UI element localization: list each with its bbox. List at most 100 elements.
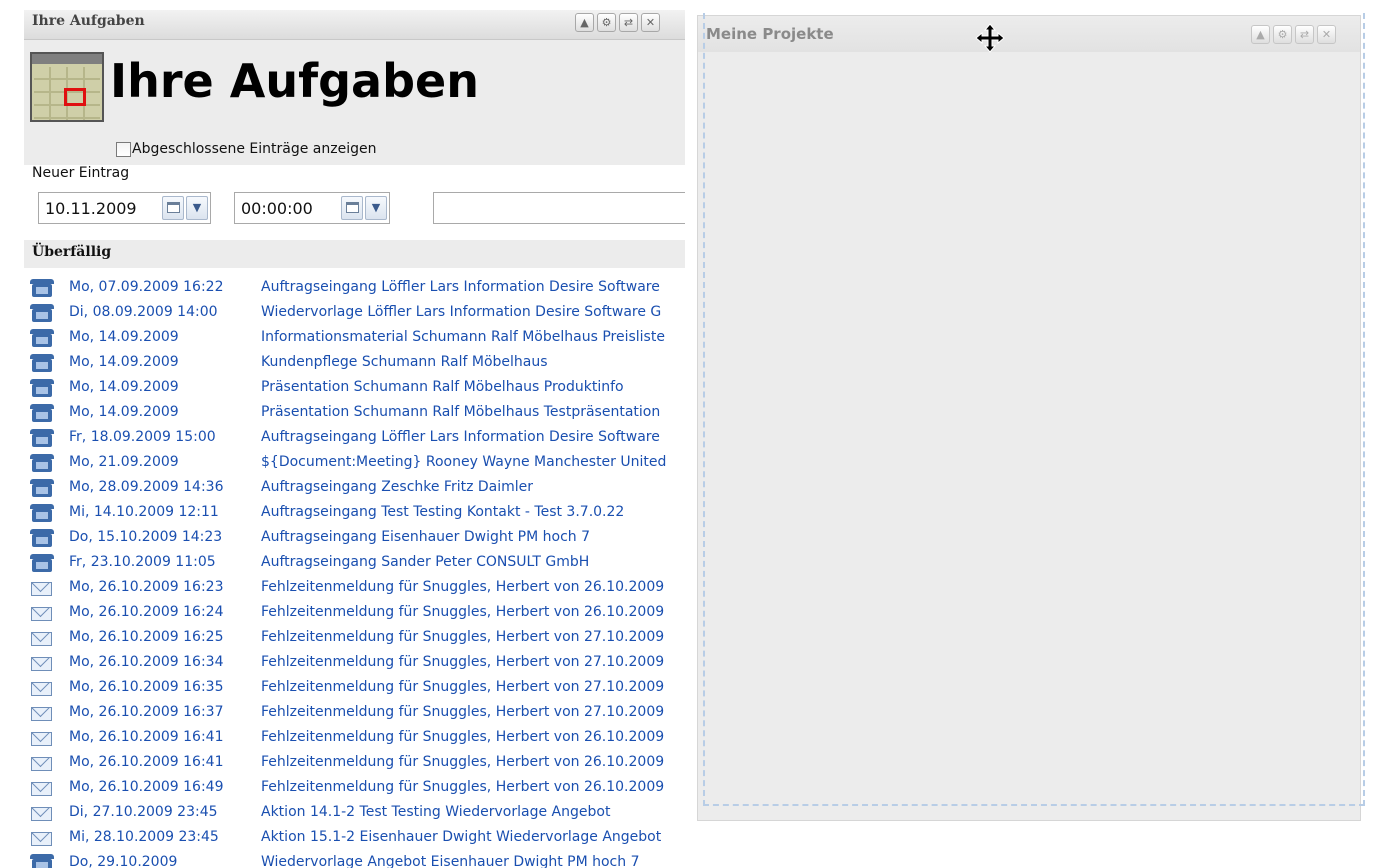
date-field[interactable]: 10.11.2009 ▼ [38,192,211,224]
close-button[interactable]: ✕ [641,13,660,32]
projects-refresh-button[interactable]: ⇄ [1295,25,1314,44]
task-date-link[interactable]: Mo, 14.09.2009 [69,354,179,370]
task-date-link[interactable]: Mo, 21.09.2009 [69,454,179,470]
task-row[interactable]: Di, 27.10.2009 23:45 Aktion 14.1-2 Test T… [24,801,685,826]
task-row[interactable]: Mo, 26.10.2009 16:37 Fehlzeitenmeldung fü… [24,701,685,726]
show-completed-checkbox[interactable] [116,141,131,157]
mail-icon [30,604,54,623]
task-row[interactable]: Mi, 28.10.2009 23:45 Aktion 15.1-2 Eisenh… [24,826,685,851]
collapse-button[interactable]: ▲ [575,13,594,32]
task-subject-link[interactable]: Auftragseingang Löffler Lars Information… [261,279,660,295]
task-subject-link[interactable]: Aktion 14.1-2 Test Testing Wiedervorlage… [261,804,610,820]
task-row[interactable]: Mo, 26.10.2009 16:34 Fehlzeitenmeldung fü… [24,651,685,676]
projects-panel-header[interactable]: Meine Projekte ▲ ⚙ ⇄ ✕ [698,16,1360,52]
date-dropdown-chevron-icon[interactable]: ▼ [186,196,208,220]
task-row[interactable]: Mo, 07.09.2009 16:22 Auftragseingang Löff… [24,276,685,301]
task-subject-link[interactable]: Fehlzeitenmeldung für Snuggles, Herbert … [261,779,664,795]
task-subject-link[interactable]: Auftragseingang Löffler Lars Information… [261,429,660,445]
task-date-link[interactable]: Mo, 26.10.2009 16:24 [69,604,224,620]
task-date-link[interactable]: Mo, 26.10.2009 16:25 [69,629,224,645]
projects-close-button[interactable]: ✕ [1317,25,1336,44]
task-row[interactable]: Mo, 14.09.2009 Präsentation Schumann Ralf… [24,401,685,426]
task-subject-link[interactable]: Kundenpflege Schumann Ralf Möbelhaus [261,354,548,370]
task-date-link[interactable]: Mo, 07.09.2009 16:22 [69,279,224,295]
task-date-link[interactable]: Mo, 26.10.2009 16:34 [69,654,224,670]
projects-settings-button[interactable]: ⚙ [1273,25,1292,44]
projects-collapse-button[interactable]: ▲ [1251,25,1270,44]
task-row[interactable]: Mo, 26.10.2009 16:49 Fehlzeitenmeldung fü… [24,776,685,801]
refresh-button[interactable]: ⇄ [619,13,638,32]
task-subject-link[interactable]: Auftragseingang Eisenhauer Dwight PM hoc… [261,529,590,545]
task-subject-link[interactable]: Fehlzeitenmeldung für Snuggles, Herbert … [261,679,664,695]
task-date-link[interactable]: Mi, 14.10.2009 12:11 [69,504,219,520]
phone-icon [30,504,54,523]
task-row[interactable]: Fr, 23.10.2009 11:05 Auftragseingang Sand… [24,551,685,576]
task-date-link[interactable]: Mo, 26.10.2009 16:37 [69,704,224,720]
task-date-link[interactable]: Di, 08.09.2009 14:00 [69,304,218,320]
show-completed-label[interactable]: Abgeschlossene Einträge anzeigen [132,141,376,157]
task-row[interactable]: Mo, 14.09.2009 Präsentation Schumann Ralf… [24,376,685,401]
task-row[interactable]: Mi, 14.10.2009 12:11 Auftragseingang Test… [24,501,685,526]
task-date-link[interactable]: Mo, 28.09.2009 14:36 [69,479,224,495]
task-subject-link[interactable]: Wiedervorlage Angebot Eisenhauer Dwight … [261,854,639,868]
task-row[interactable]: Mo, 26.10.2009 16:25 Fehlzeitenmeldung fü… [24,626,685,651]
show-completed-row[interactable]: Abgeschlossene Einträge anzeigen [116,141,376,157]
task-date-link[interactable]: Mo, 14.09.2009 [69,329,179,345]
task-date-link[interactable]: Mo, 26.10.2009 16:41 [69,754,224,770]
phone-icon [30,279,54,298]
task-date-link[interactable]: Mo, 26.10.2009 16:49 [69,779,224,795]
task-row[interactable]: Mo, 28.09.2009 14:36 Auftragseingang Zesc… [24,476,685,501]
tasks-hero: Ihre Aufgaben Abgeschlossene Einträge an… [24,40,685,165]
task-subject-link[interactable]: Fehlzeitenmeldung für Snuggles, Herbert … [261,579,664,595]
task-subject-link[interactable]: ${Document:Meeting} Rooney Wayne Manches… [261,454,666,470]
task-date-link[interactable]: Fr, 18.09.2009 15:00 [69,429,216,445]
settings-button[interactable]: ⚙ [597,13,616,32]
task-subject-link[interactable]: Fehlzeitenmeldung für Snuggles, Herbert … [261,629,664,645]
task-date-link[interactable]: Di, 27.10.2009 23:45 [69,804,218,820]
task-row[interactable]: Mo, 14.09.2009 Informationsmaterial Schum… [24,326,685,351]
task-subject-link[interactable]: Präsentation Schumann Ralf Möbelhaus Tes… [261,404,660,420]
time-dropdown-chevron-icon[interactable]: ▼ [365,196,387,220]
task-date-link[interactable]: Fr, 23.10.2009 11:05 [69,554,216,570]
task-subject-link[interactable]: Informationsmaterial Schumann Ralf Möbel… [261,329,665,345]
task-subject-link[interactable]: Präsentation Schumann Ralf Möbelhaus Pro… [261,379,624,395]
task-row[interactable]: Fr, 18.09.2009 15:00 Auftragseingang Löff… [24,426,685,451]
task-row[interactable]: Mo, 14.09.2009 Kundenpflege Schumann Ralf… [24,351,685,376]
task-row[interactable]: Mo, 26.10.2009 16:24 Fehlzeitenmeldung fü… [24,601,685,626]
task-row[interactable]: Do, 29.10.2009 Wiedervorlage Angebot Eise… [24,851,685,868]
task-row[interactable]: Mo, 26.10.2009 16:23 Fehlzeitenmeldung fü… [24,576,685,601]
task-row[interactable]: Di, 08.09.2009 14:00 Wiedervorlage Löffle… [24,301,685,326]
date-input-value[interactable]: 10.11.2009 [45,199,137,218]
mail-icon [30,754,54,773]
task-subject-link[interactable]: Fehlzeitenmeldung für Snuggles, Herbert … [261,729,664,745]
task-date-link[interactable]: Mo, 26.10.2009 16:41 [69,729,224,745]
task-row[interactable]: Mo, 26.10.2009 16:41 Fehlzeitenmeldung fü… [24,751,685,776]
task-subject-link[interactable]: Auftragseingang Zeschke Fritz Daimler [261,479,533,495]
task-date-link[interactable]: Mo, 14.09.2009 [69,379,179,395]
time-picker-icon[interactable] [341,196,363,220]
task-subject-link[interactable]: Fehlzeitenmeldung für Snuggles, Herbert … [261,604,664,620]
tasks-window-buttons: ▲ ⚙ ⇄ ✕ [575,13,660,32]
task-subject-link[interactable]: Auftragseingang Sander Peter CONSULT Gmb… [261,554,589,570]
task-subject-link[interactable]: Fehlzeitenmeldung für Snuggles, Herbert … [261,654,664,670]
task-date-link[interactable]: Mo, 14.09.2009 [69,404,179,420]
task-subject-link[interactable]: Fehlzeitenmeldung für Snuggles, Herbert … [261,754,664,770]
task-subject-link[interactable]: Wiedervorlage Löffler Lars Information D… [261,304,661,320]
task-date-link[interactable]: Mo, 26.10.2009 16:35 [69,679,224,695]
time-field[interactable]: 00:00:00 ▼ [234,192,390,224]
task-date-link[interactable]: Mi, 28.10.2009 23:45 [69,829,219,845]
task-subject-link[interactable]: Fehlzeitenmeldung für Snuggles, Herbert … [261,704,664,720]
task-subject-link[interactable]: Auftragseingang Test Testing Kontakt - T… [261,504,624,520]
tasks-panel-header[interactable]: Ihre Aufgaben ▲ ⚙ ⇄ ✕ [24,10,685,40]
task-row[interactable]: Mo, 21.09.2009 ${Document:Meeting} Rooney… [24,451,685,476]
task-date-link[interactable]: Mo, 26.10.2009 16:23 [69,579,224,595]
task-date-link[interactable]: Do, 29.10.2009 [69,854,177,868]
time-input-value[interactable]: 00:00:00 [241,199,313,218]
task-row[interactable]: Do, 15.10.2009 14:23 Auftragseingang Eise… [24,526,685,551]
subject-field[interactable] [433,192,685,224]
task-row[interactable]: Mo, 26.10.2009 16:41 Fehlzeitenmeldung fü… [24,726,685,751]
task-row[interactable]: Mo, 26.10.2009 16:35 Fehlzeitenmeldung fü… [24,676,685,701]
date-picker-icon[interactable] [162,196,184,220]
task-subject-link[interactable]: Aktion 15.1-2 Eisenhauer Dwight Wiedervo… [261,829,661,845]
task-date-link[interactable]: Do, 15.10.2009 14:23 [69,529,222,545]
